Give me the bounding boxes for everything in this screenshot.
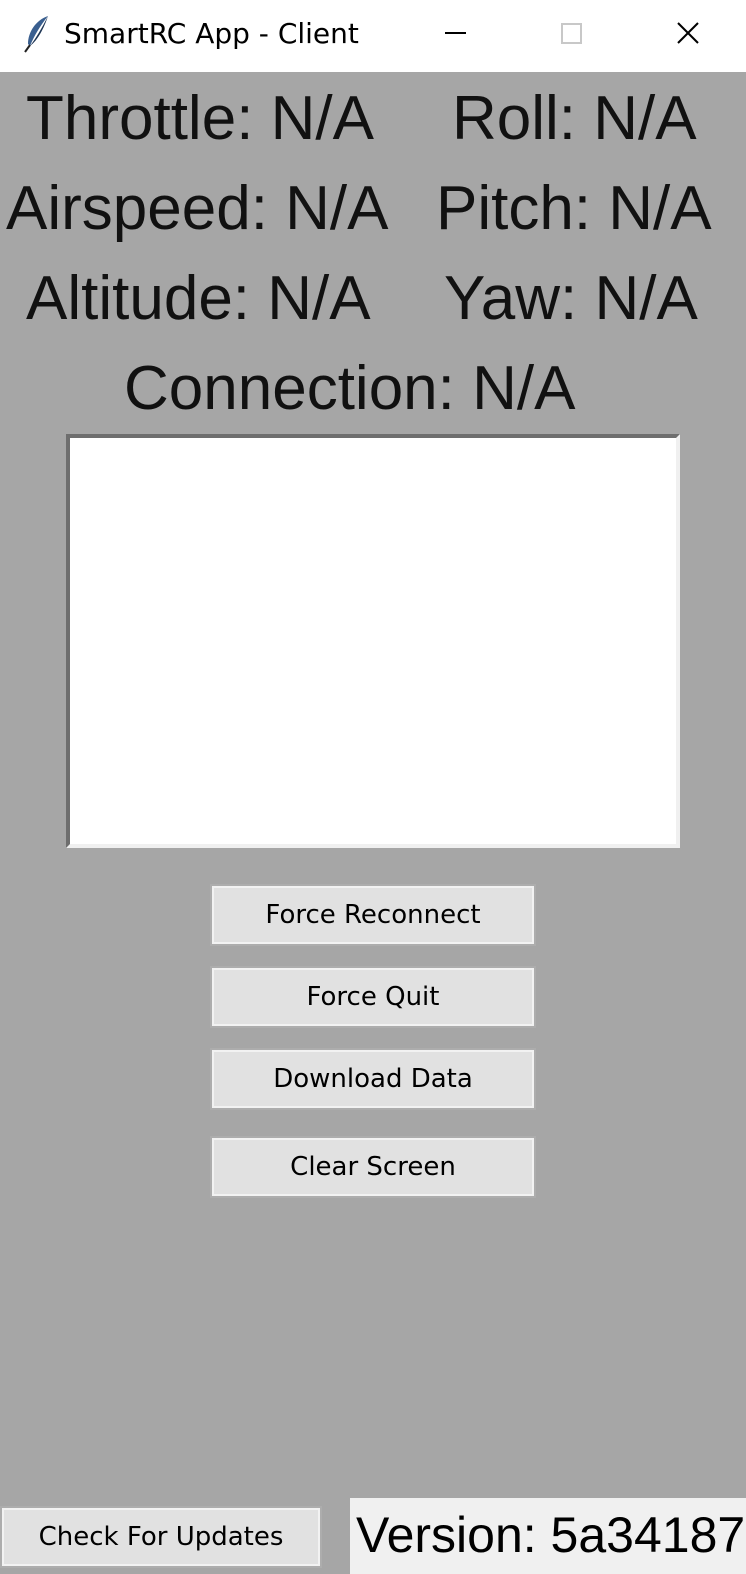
altitude-readout: Altitude: N/A — [26, 264, 371, 333]
minimize-icon — [445, 32, 466, 34]
feather-icon — [22, 14, 52, 54]
window-title: SmartRC App - Client — [64, 17, 359, 50]
throttle-readout: Throttle: N/A — [26, 84, 374, 153]
force-quit-button[interactable]: Force Quit — [210, 966, 536, 1028]
version-label: Version: 5a34187 — [356, 1507, 746, 1563]
minimize-button[interactable] — [398, 0, 514, 72]
title-bar[interactable]: SmartRC App - Client — [0, 0, 746, 72]
console-output[interactable] — [66, 434, 680, 848]
download-data-button[interactable]: Download Data — [210, 1048, 536, 1110]
close-icon — [677, 22, 699, 44]
maximize-icon — [561, 23, 582, 44]
connection-status: Connection: N/A — [124, 354, 576, 423]
version-panel: Version: 5a34187 — [350, 1498, 746, 1574]
check-updates-button[interactable]: Check For Updates — [0, 1506, 322, 1568]
close-button[interactable] — [630, 0, 746, 72]
maximize-button[interactable] — [514, 0, 630, 72]
roll-readout: Roll: N/A — [452, 84, 697, 153]
force-reconnect-button[interactable]: Force Reconnect — [210, 884, 536, 946]
airspeed-readout: Airspeed: N/A — [6, 174, 389, 243]
yaw-readout: Yaw: N/A — [444, 264, 698, 333]
clear-screen-button[interactable]: Clear Screen — [210, 1136, 536, 1198]
pitch-readout: Pitch: N/A — [436, 174, 712, 243]
